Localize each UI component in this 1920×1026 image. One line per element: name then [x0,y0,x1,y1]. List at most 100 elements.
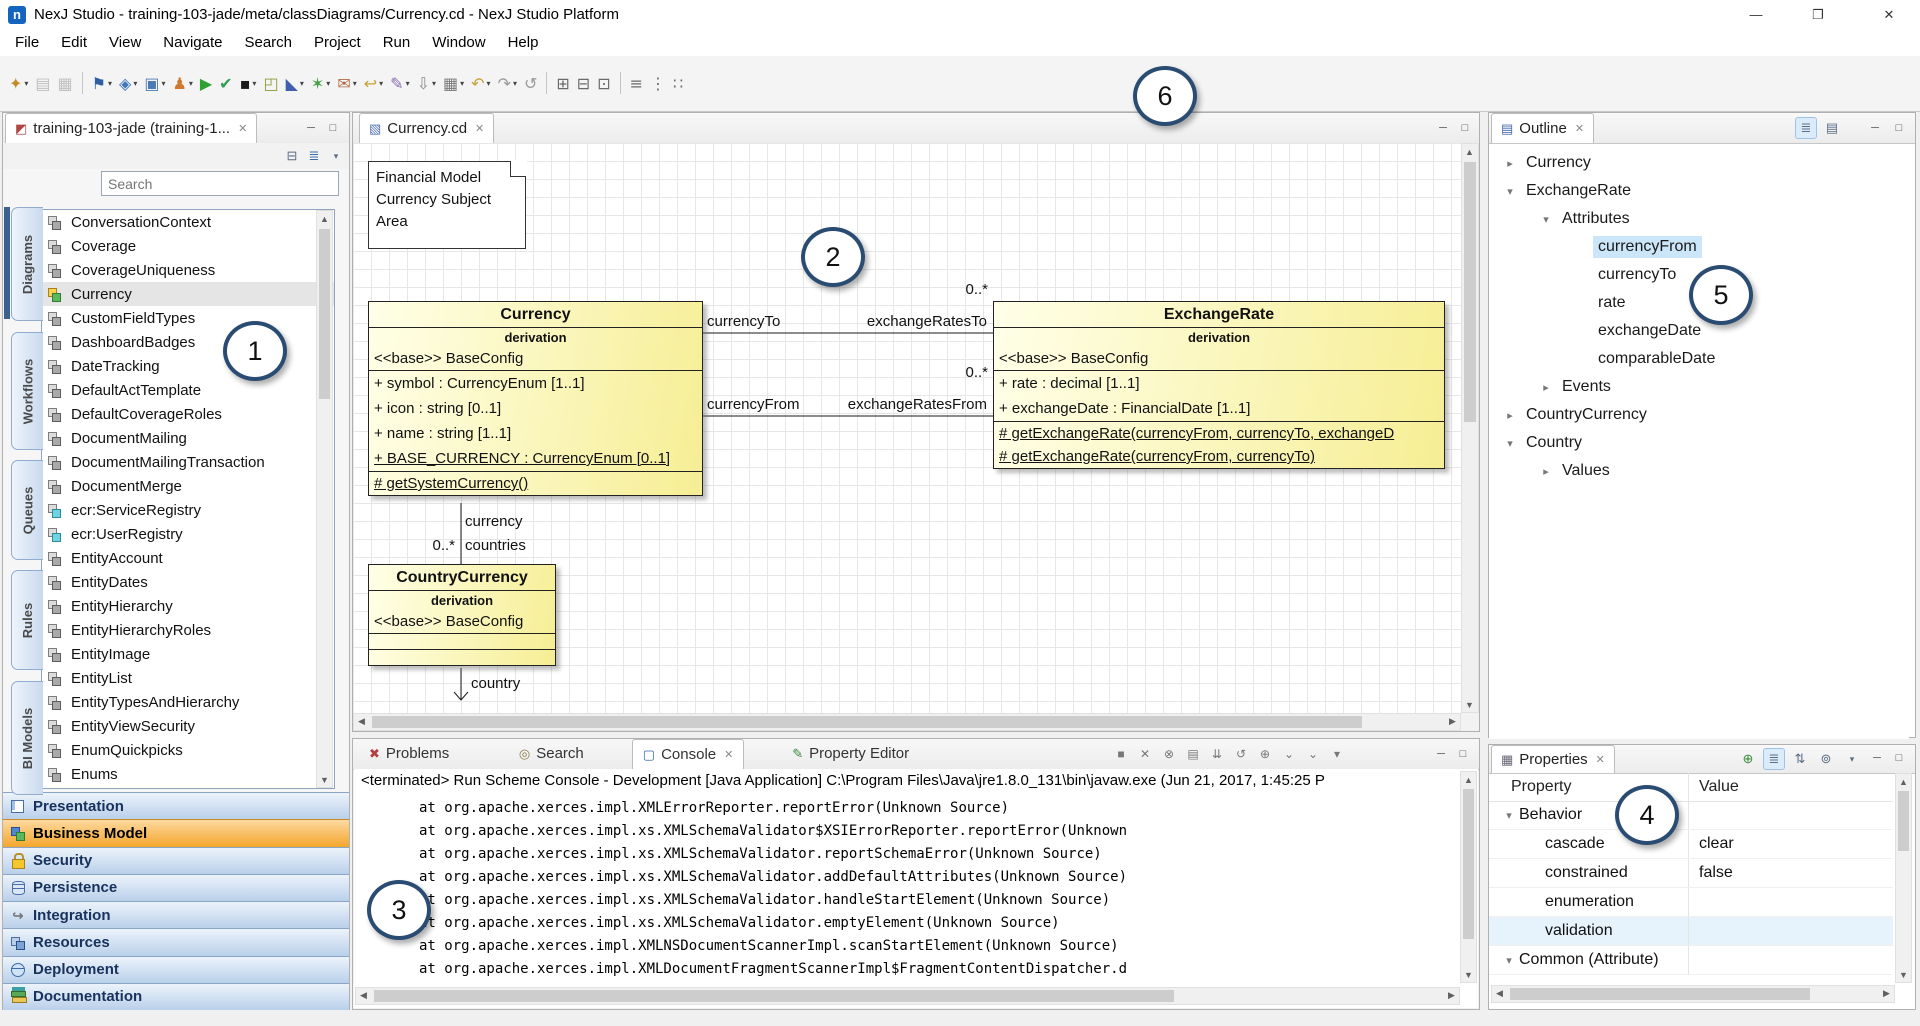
outline-node[interactable]: comparableDate [1489,345,1909,373]
list-item[interactable]: EntityList [42,666,334,690]
remove-launch-icon[interactable]: ✕ [1135,745,1155,763]
vertical-tab-diagrams[interactable]: Diagrams [11,207,43,321]
outline-tab[interactable]: ▤ Outline ✕ [1491,113,1594,143]
class-operation[interactable]: # getExchangeRate(currencyFrom, currency… [994,445,1444,468]
outline-node-label[interactable]: currencyFrom [1593,236,1702,258]
properties-horizontal-scrollbar[interactable]: ◀ ▶ [1491,985,1895,1003]
list-item[interactable]: EnumQuickpicks [42,738,334,762]
menu-help[interactable]: Help [497,30,550,56]
outline-node[interactable]: ▾ Country [1489,429,1909,457]
scroll-thumb[interactable] [372,716,1362,728]
class-attribute[interactable]: + BASE_CURRENCY : CurrencyEnum [0..1] [369,446,702,471]
display-selected-icon[interactable]: ⌄ [1279,745,1299,763]
editor-tab-currency-cd[interactable]: ▧ Currency.cd ✕ [359,113,494,143]
class-operation[interactable]: # getExchangeRate(currencyFrom, currency… [994,422,1444,445]
assoc-label-currencyFrom[interactable]: currencyFrom [707,396,800,413]
dropdown-arrow-icon[interactable]: ▾ [460,79,464,88]
generate-icon[interactable]: ✶ ▾ [308,69,333,97]
section-resources[interactable]: Resources [3,928,349,955]
list-item[interactable]: DocumentMailing [42,426,334,450]
tree-expander-icon[interactable]: ▸ [1499,157,1521,170]
dropdown-arrow-icon[interactable]: ▾ [353,79,357,88]
mail-icon[interactable]: ✉ ▾ [334,69,359,97]
list-item[interactable]: DefaultCoverageRoles [42,402,334,426]
data-load-icon[interactable]: ◰ [260,69,281,97]
close-icon[interactable]: ✕ [724,748,733,761]
list-item[interactable]: CoverageUniqueness [42,258,334,282]
tree-expander-icon[interactable]: ▾ [1499,437,1521,450]
dropdown-arrow-icon[interactable]: ▾ [432,79,436,88]
assoc-label-exchangeRatesTo[interactable]: exchangeRatesTo [817,313,987,330]
revert-icon[interactable]: ↩ ▾ [361,69,386,97]
editor-horizontal-scrollbar[interactable]: ◀ ▶ [353,713,1461,731]
outline-node[interactable]: ▸ Values [1489,457,1909,485]
outline-node-label[interactable]: Values [1557,460,1615,482]
restore-button[interactable]: ❐ [1795,0,1841,30]
outline-node[interactable]: exchangeDate [1489,317,1909,345]
list-item[interactable]: EntityHierarchy [42,594,334,618]
tree-expander-icon[interactable]: ▾ [1535,213,1557,226]
scroll-left-icon[interactable]: ◀ [1492,986,1507,1001]
tree-expander-icon[interactable]: ▸ [1535,465,1557,478]
outline-node-label[interactable]: rate [1593,292,1631,314]
list-item[interactable]: CustomFieldTypes [42,306,334,330]
close-icon[interactable]: ✕ [238,122,247,135]
validate-icon[interactable]: ✔ [216,69,235,97]
tree-mode-icon[interactable]: ≣ [1763,748,1785,770]
section-security[interactable]: Security [3,847,349,874]
publish-icon[interactable]: ◈ ▾ [116,69,140,97]
outline-node[interactable]: currencyFrom [1489,233,1909,261]
view-menu-icon[interactable]: ▾ [1841,748,1863,770]
new-property-icon[interactable]: ⊕ [1737,748,1759,770]
sort-icon[interactable]: ⇅ [1789,748,1811,770]
scroll-left-icon[interactable]: ◀ [354,714,369,729]
property-row[interactable]: cascade clear [1489,830,1893,859]
vertical-tab-bi-models[interactable]: BI Models [11,681,43,795]
list-item[interactable]: ecr:ServiceRegistry [42,498,334,522]
list-item[interactable]: DocumentMerge [42,474,334,498]
property-value[interactable] [1688,917,1893,945]
assoc-label-country[interactable]: country [471,675,520,692]
property-value[interactable]: false [1688,859,1893,887]
outline-node-label[interactable]: currencyTo [1593,264,1681,286]
view-menu-icon[interactable]: ▾ [325,145,347,167]
scroll-right-icon[interactable]: ▶ [1444,988,1459,1003]
search-input[interactable] [101,171,339,196]
close-icon[interactable]: ✕ [1596,753,1605,766]
model-library-icon[interactable]: ⚑ ▾ [89,69,115,97]
dropdown-arrow-icon[interactable]: ▾ [161,79,165,88]
scroll-thumb[interactable] [1464,162,1476,422]
scroll-thumb[interactable] [374,990,1174,1002]
scroll-up-icon[interactable]: ▲ [1462,144,1477,159]
list-scrollbar[interactable]: ▲ ▼ [316,210,333,788]
collapse-all-icon[interactable]: ⊟ [281,145,303,167]
list-item[interactable]: EntityHierarchyRoles [42,618,334,642]
explorer-tab[interactable]: ◩ training-103-jade (training-1... ✕ [5,113,257,143]
outline-node-label[interactable]: comparableDate [1593,348,1720,370]
close-icon[interactable]: ✕ [1575,122,1584,135]
scroll-thumb[interactable] [319,229,330,399]
list-item[interactable]: EntityAccount [42,546,334,570]
multiplicity-label[interactable]: 0..* [948,281,988,298]
console-tab-problems[interactable]: ✖ Problems [359,739,459,768]
dropdown-arrow-icon[interactable]: ▾ [252,79,256,88]
save-icon[interactable]: ▤ [32,69,53,97]
dropdown-arrow-icon[interactable]: ▾ [189,79,193,88]
console-tab-search[interactable]: ◎ Search [509,739,594,768]
outline-node-label[interactable]: ExchangeRate [1521,180,1636,202]
vertical-tab-rules[interactable]: Rules [11,570,43,670]
scroll-down-icon[interactable]: ▼ [1462,697,1477,712]
assoc-label-exchangeRatesFrom[interactable]: exchangeRatesFrom [817,396,987,413]
uml-class-exchangerate[interactable]: ExchangeRatederivation<<base>> BaseConfi… [993,301,1445,469]
list-item[interactable]: ecr:UserRegistry [42,522,334,546]
column-value[interactable]: Value [1688,773,1893,801]
menu-search[interactable]: Search [233,30,303,56]
assoc-label-currency[interactable]: currency [465,513,523,530]
tree-expander-icon[interactable]: ▾ [1499,185,1521,198]
dropdown-arrow-icon[interactable]: ▾ [379,79,383,88]
distribute-icon[interactable]: ∷ [670,69,686,97]
console-vertical-scrollbar[interactable]: ▲ ▼ [1460,771,1477,983]
property-row[interactable]: ▾ Common (Attribute) [1489,946,1893,975]
list-item[interactable]: DefaultActTemplate [42,378,334,402]
dropdown-arrow-icon[interactable]: ▾ [24,79,28,88]
